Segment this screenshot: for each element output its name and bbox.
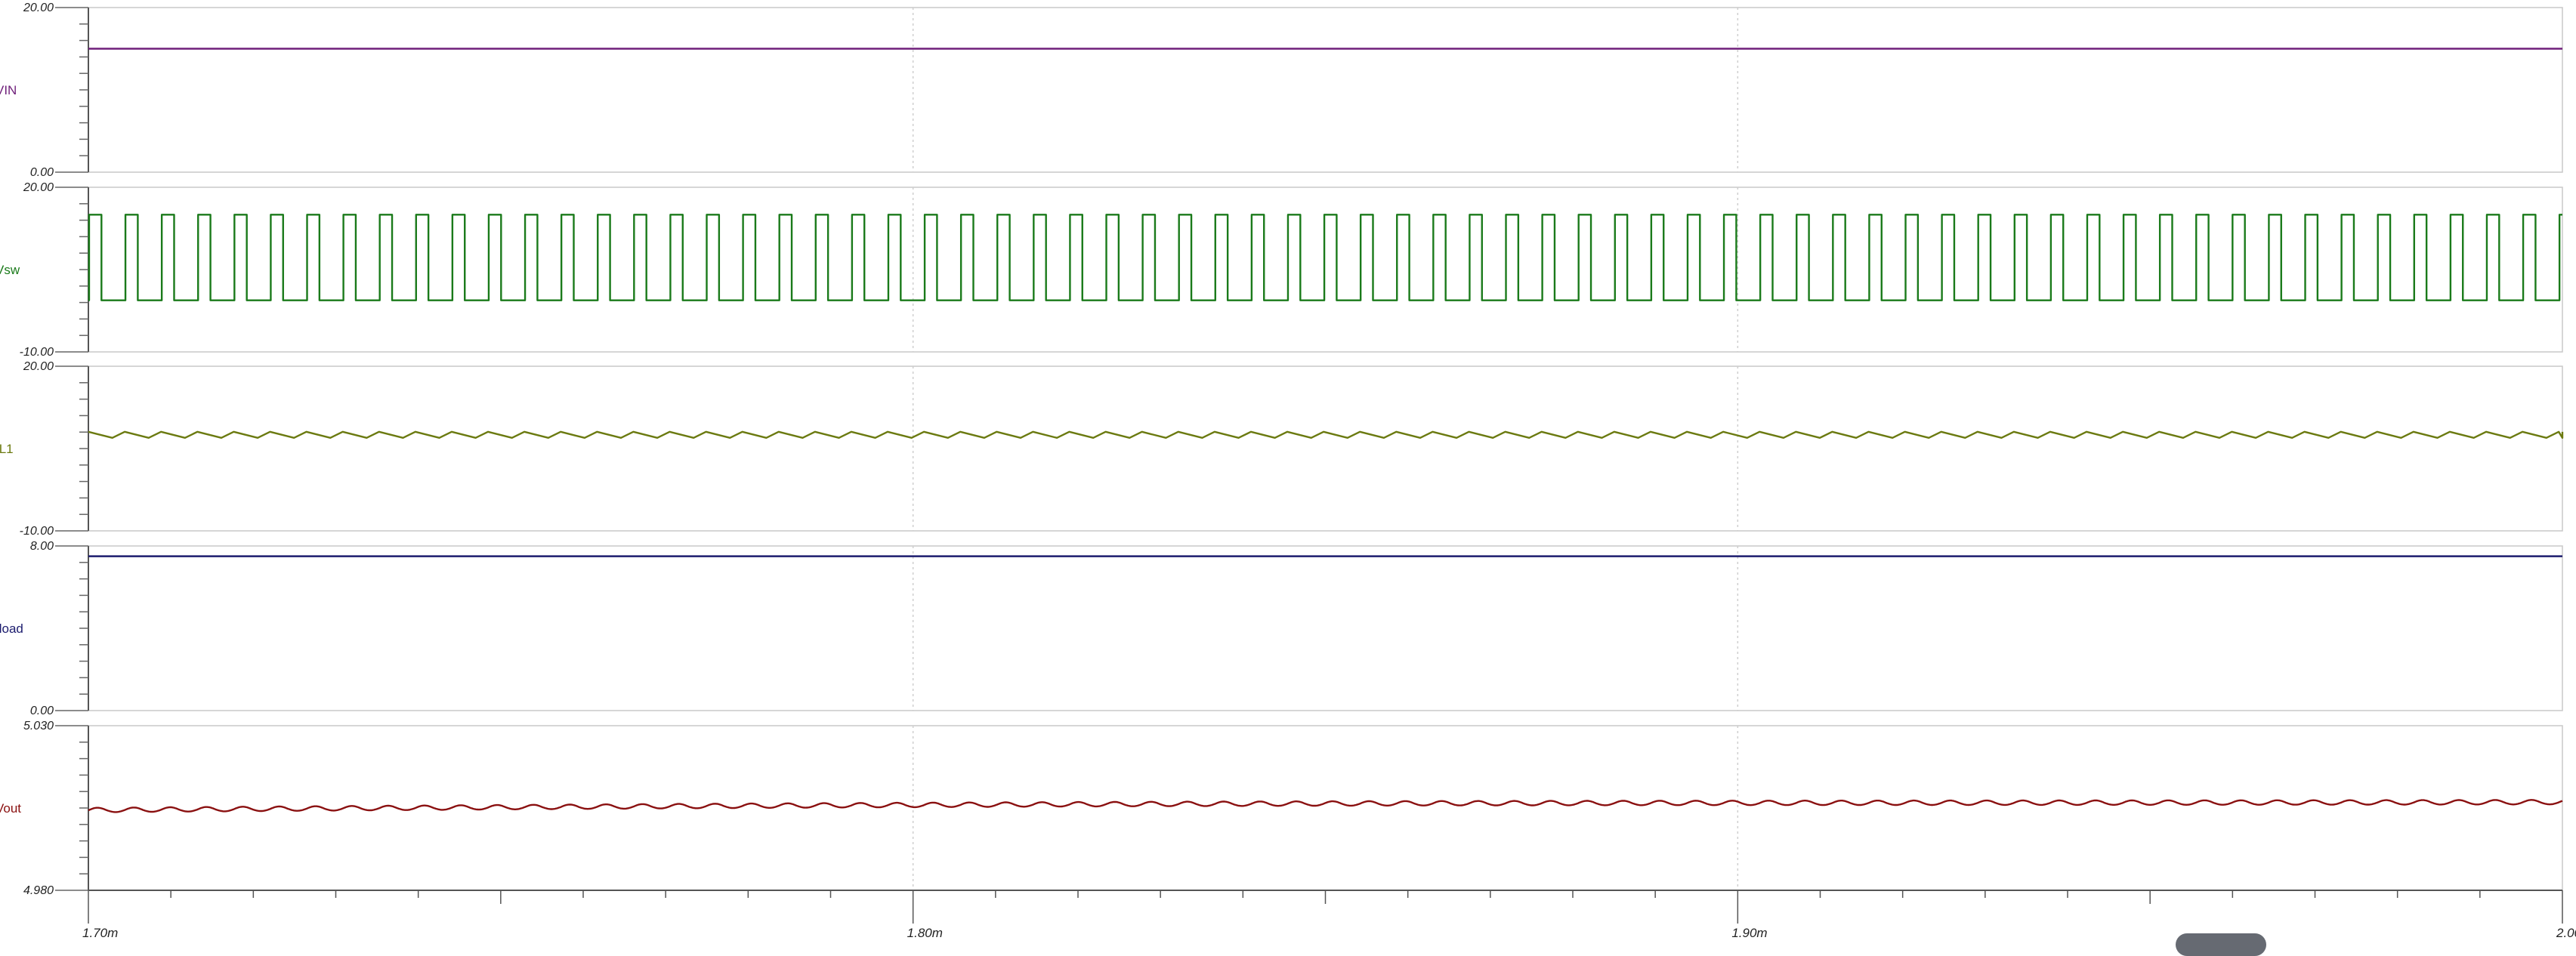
channel-label: Vsw [0,263,20,277]
channel-label: Vout [0,801,21,816]
waveform-plot: 20.000.00VIN20.00-10.00Vsw20.00-10.00IL1… [0,2,2576,940]
y-tick-label: 8.00 [30,540,54,553]
y-tick-label: 20.00 [23,360,54,373]
floating-toolbar-handle[interactable] [2176,933,2266,956]
y-tick-label: 20.00 [23,2,54,14]
x-tick-label: 1.80m [907,926,943,940]
x-tick-label: 1.70m [82,926,118,940]
y-tick-label: -10.00 [20,525,54,538]
y-tick-label: 0.00 [30,166,54,179]
channel-label: VIN [0,83,17,97]
panel-frame [88,545,2563,711]
y-tick-label: 5.030 [23,720,54,732]
y-tick-label: -10.00 [20,346,54,359]
panel-frame [88,187,2563,353]
y-tick-label: 0.00 [30,705,54,717]
panel-frame [88,7,2563,173]
x-tick-label: 1.90m [1731,926,1767,940]
y-tick-label: 20.00 [23,181,54,194]
x-tick-label: 2.00m [2556,926,2576,940]
panel-frame [88,725,2563,891]
channel-label: Iload [0,621,23,636]
panel-frame [88,365,2563,532]
y-tick-label: 4.980 [23,884,54,897]
channel-label: IL1 [0,442,14,456]
